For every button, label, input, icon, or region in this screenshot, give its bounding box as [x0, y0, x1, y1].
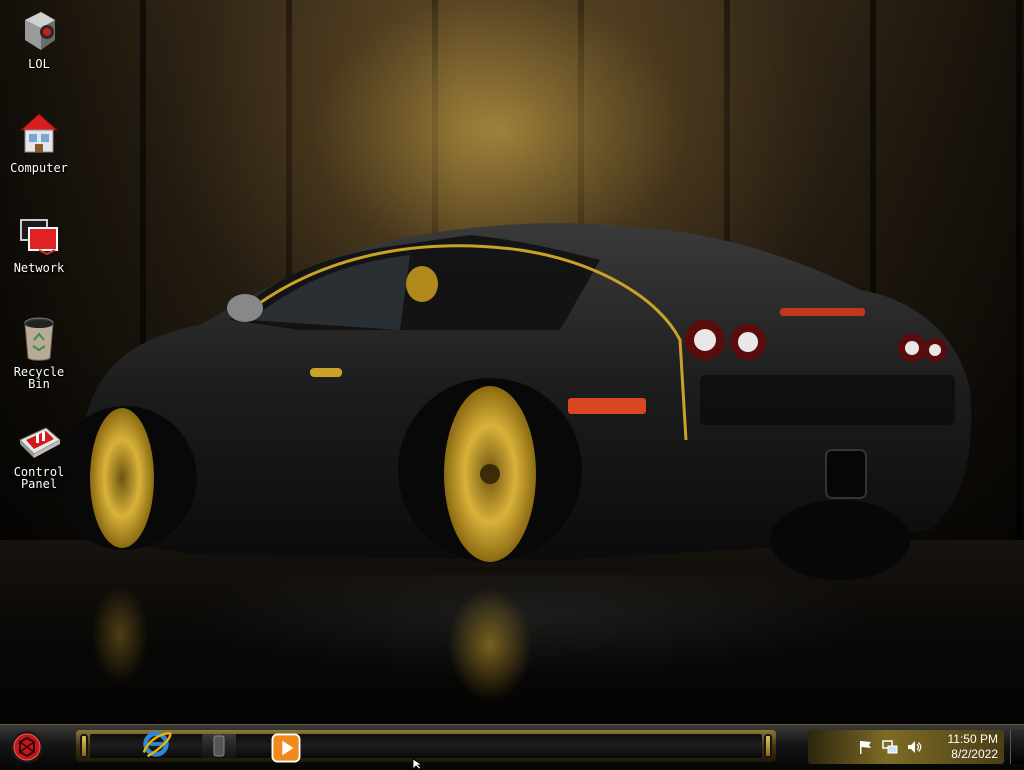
desktop-icon-label: LOL — [28, 57, 50, 71]
volume-icon[interactable] — [906, 739, 922, 755]
computer-house-icon — [19, 113, 59, 153]
desktop-icon-control-panel[interactable]: Control Panel — [1, 422, 77, 490]
desktop-icon-label: Network — [13, 261, 65, 275]
desktop-icon-label: Control Panel — [13, 465, 65, 491]
start-button[interactable] — [8, 730, 46, 764]
quick-bar-right-cap — [764, 734, 772, 758]
desktop-icon-network[interactable]: Network — [1, 214, 77, 274]
wallpaper-car-image — [53, 223, 972, 580]
show-desktop-button[interactable] — [1010, 730, 1023, 764]
media-taskbar-button[interactable] — [202, 734, 236, 758]
clock-time: 11:50 PM — [947, 732, 998, 746]
desktop-icon-label: Recycle Bin — [13, 365, 65, 391]
desktop-icon-recycle-bin[interactable]: Recycle Bin — [1, 316, 77, 390]
desktop-icon-computer[interactable]: Computer — [1, 110, 77, 174]
desktop-icon-label: Computer — [10, 161, 68, 175]
clock-date: 8/2/2022 — [951, 747, 998, 761]
recycle-bin-icon — [24, 317, 54, 361]
system-tray: 11:50 PM 8/2/2022 — [808, 730, 1004, 764]
mouse-cursor-icon — [412, 758, 424, 770]
taskbar: 11:50 PM 8/2/2022 — [0, 724, 1024, 769]
desktop-icon-lol[interactable]: LOL — [1, 10, 77, 70]
media-player-icon[interactable] — [270, 732, 302, 764]
desktop-wallpaper — [0, 0, 1024, 724]
action-center-flag-icon[interactable] — [858, 739, 874, 755]
network-icon — [20, 219, 58, 256]
media-icon — [213, 735, 225, 757]
quick-bar-left-cap — [80, 734, 88, 758]
quick-launch-bar — [76, 730, 776, 763]
quick-bar-track — [90, 731, 762, 763]
clock[interactable]: 11:50 PM 8/2/2022 — [948, 732, 998, 762]
lol-app-icon — [25, 12, 55, 50]
control-panel-icon — [19, 427, 61, 458]
internet-explorer-icon[interactable] — [140, 728, 172, 760]
network-tray-icon[interactable] — [882, 739, 898, 755]
start-orb-icon — [11, 731, 43, 763]
